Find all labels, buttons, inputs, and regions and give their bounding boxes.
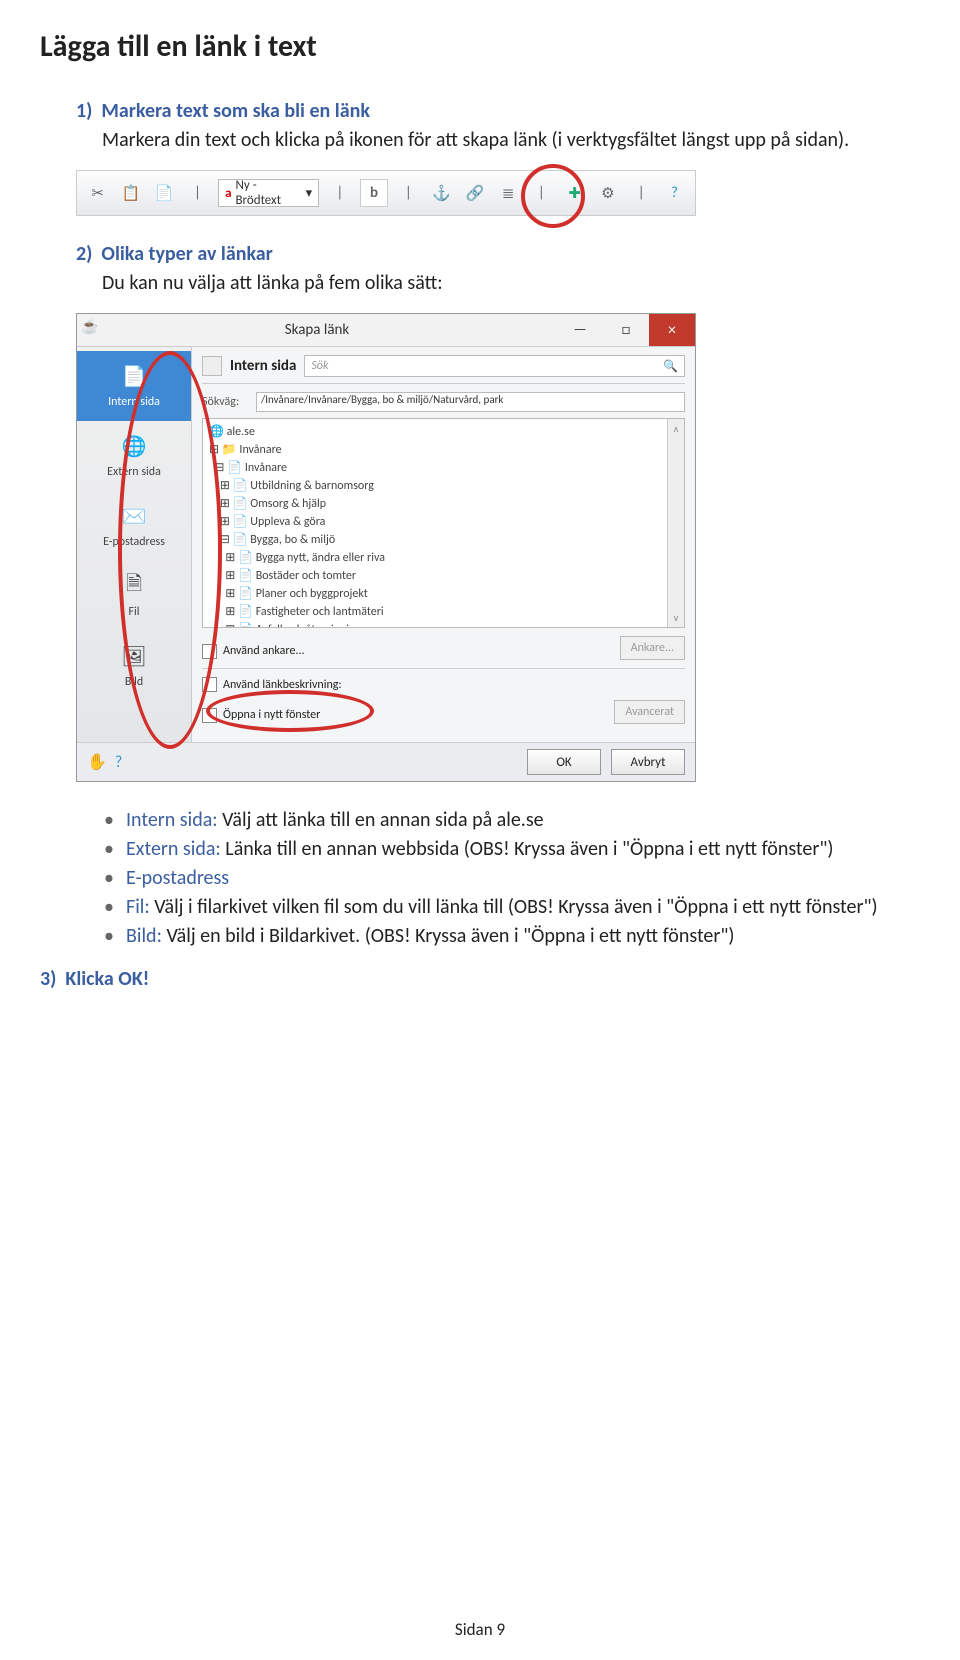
path-input[interactable]: /Invånare/Invånare/Bygga, bo & miljö/Nat… [256, 392, 685, 412]
image-icon: 🖼 [116, 641, 152, 671]
sidebar-item-email[interactable]: ✉️ E-postadress [77, 491, 191, 561]
anchor-button[interactable]: Ankare... [620, 636, 685, 660]
highlight-circle [521, 164, 585, 228]
file-icon: 🗎 [116, 571, 152, 601]
dialog-screenshot: ☕ Skapa länk — □ × 📄 Intern sida 🌐 Exter… [76, 313, 696, 782]
sidebar-item-extern[interactable]: 🌐 Extern sida [77, 421, 191, 491]
globe-icon: 🌐 [116, 431, 152, 461]
search-icon: 🔍 [663, 359, 678, 374]
step2-heading: 2) Olika typer av länkar [76, 242, 920, 266]
divider-icon: | [629, 180, 654, 206]
java-icon: ☕ [77, 314, 107, 344]
step3-heading: 3) Klicka OK! [40, 967, 920, 991]
page-icon: 📄 [116, 361, 152, 391]
tab-label: Intern sida [230, 357, 296, 375]
toolbar-screenshot: ✂ 📋 📄 | a Ny - Brödtext ▾ | b | ⚓ 🔗 ≣ | … [76, 170, 696, 216]
link-types-list: Intern sida: Välj att länka till en anna… [40, 806, 920, 951]
font-a-icon: a [225, 186, 231, 201]
advanced-button[interactable]: Avancerat [614, 700, 685, 724]
maximize-button[interactable]: □ [603, 314, 649, 346]
list-item: E-postadress [104, 864, 920, 893]
page-footer: Sidan 9 [0, 1619, 960, 1640]
minimize-button[interactable]: — [557, 314, 603, 346]
cancel-button[interactable]: Avbryt [611, 749, 685, 775]
help-icon[interactable]: ? [662, 180, 687, 206]
page-tree[interactable]: 🌐 ale.se ⊟ 📁 Invånare ⊟ 📄 Invånare ⊞ 📄 U… [202, 418, 685, 628]
ok-button[interactable]: OK [527, 749, 601, 775]
list-item: Fil: Välj i filarkivet vilken fil som du… [104, 893, 920, 922]
sidebar-item-intern[interactable]: 📄 Intern sida [77, 351, 191, 421]
sidebar-item-bild[interactable]: 🖼 Bild [77, 631, 191, 701]
list-item: Extern sida: Länka till en annan webbsid… [104, 835, 920, 864]
anchor-checkbox[interactable]: Använd ankare... [202, 644, 305, 659]
close-button[interactable]: × [649, 314, 695, 346]
step1-heading: 1) Markera text som ska bli en länk [76, 99, 920, 123]
path-label: Sökväg: [202, 395, 250, 409]
page-title: Lägga till en länk i text [40, 28, 920, 65]
link-icon[interactable]: 🔗 [462, 180, 487, 206]
cut-icon[interactable]: ✂ [85, 180, 110, 206]
hand-icon[interactable]: ✋ [87, 752, 107, 772]
list-item: Intern sida: Välj att länka till en anna… [104, 806, 920, 835]
anchor-icon[interactable]: ⚓ [429, 180, 454, 206]
page-icon [202, 356, 222, 376]
divider-icon: | [185, 180, 210, 206]
linkdesc-checkbox[interactable]: Använd länkbeskrivning: [202, 677, 685, 692]
help-icon[interactable]: ? [115, 753, 122, 772]
divider-icon: | [327, 180, 352, 206]
paste-icon[interactable]: 📄 [152, 180, 177, 206]
mail-icon: ✉️ [116, 501, 152, 531]
sidebar-item-fil[interactable]: 🗎 Fil [77, 561, 191, 631]
list-icon[interactable]: ≣ [495, 180, 520, 206]
copy-icon[interactable]: 📋 [118, 180, 143, 206]
tree-scrollbar[interactable]: ʌv [667, 419, 684, 627]
step1-body: Markera din text och klicka på ikonen fö… [102, 127, 920, 154]
dialog-title: Skapa länk [77, 321, 557, 339]
search-input[interactable]: Sök 🔍 [304, 355, 685, 377]
step2-body: Du kan nu välja att länka på fem olika s… [102, 270, 920, 297]
newwindow-checkbox[interactable]: Öppna i nytt fönster [202, 708, 320, 723]
style-dropdown[interactable]: a Ny - Brödtext ▾ [218, 179, 319, 207]
list-item: Bild: Välj en bild i Bildarkivet. (OBS! … [104, 922, 920, 951]
bold-icon[interactable]: b [360, 179, 387, 207]
gear-icon[interactable]: ⚙ [595, 180, 620, 206]
divider-icon: | [396, 180, 421, 206]
link-type-sidebar: 📄 Intern sida 🌐 Extern sida ✉️ E-postadr… [77, 347, 192, 742]
